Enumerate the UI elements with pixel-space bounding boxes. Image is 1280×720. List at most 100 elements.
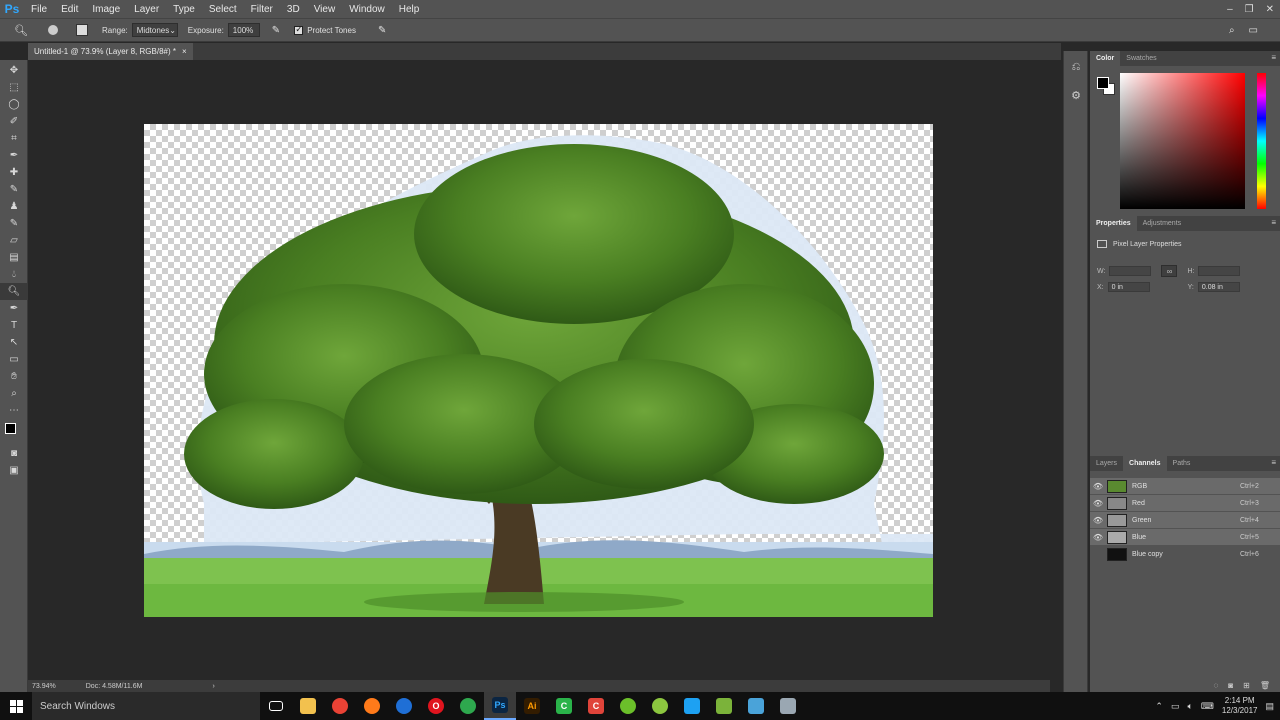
eye-icon[interactable]: 👁︎ [1090,516,1106,525]
color-picker-field[interactable] [1120,73,1245,209]
menu-view[interactable]: View [307,4,343,15]
twitter-icon[interactable] [676,692,708,720]
zoom-tool-icon[interactable]: ⌕ [0,385,28,402]
hand-tool-icon[interactable]: ✋︎ [0,368,28,385]
new-channel-icon[interactable]: ⊞ [1243,681,1250,690]
history-icon[interactable]: ⎌ [1064,55,1088,79]
panel-menu-icon[interactable]: ≡ [1271,458,1276,467]
camtasia-red-icon[interactable]: C [580,692,612,720]
restore-icon[interactable]: ❐ [1245,4,1254,15]
document-canvas[interactable] [144,124,933,617]
crop-tool-icon[interactable]: ⌗ [0,130,28,147]
blur-tool-icon[interactable]: 💧︎ [0,266,28,283]
menu-image[interactable]: Image [85,4,127,15]
panel-menu-icon[interactable]: ≡ [1271,53,1276,62]
illustrator-icon[interactable]: Ai [516,692,548,720]
width-field[interactable] [1109,266,1152,276]
browser-icon[interactable] [388,692,420,720]
zoom-level[interactable]: 73.94% [32,683,56,690]
workspace-icon[interactable]: ▭ [1249,25,1258,36]
color-fg-bg[interactable] [1097,77,1119,99]
menu-help[interactable]: Help [392,4,427,15]
close-icon[interactable]: ✕ [1266,4,1274,15]
status-arrow-icon[interactable]: › [212,683,214,690]
volume-icon[interactable]: 🔈︎ [1187,701,1192,712]
quick-mask-icon[interactable]: ◙ [0,445,28,462]
pressure-icon[interactable]: ✎ [378,25,386,36]
tab-paths[interactable]: Paths [1167,456,1197,471]
menu-layer[interactable]: Layer [127,4,166,15]
dodge-tool-icon[interactable]: 🔍︎ [0,283,28,300]
channel-row-blue[interactable]: 👁︎ Blue Ctrl+5 [1090,529,1280,545]
menu-type[interactable]: Type [166,4,202,15]
foreground-color-swatch[interactable] [1097,77,1109,89]
protect-tones-checkbox[interactable] [294,24,304,35]
more-tools-icon[interactable]: ⋯ [0,402,28,419]
eye-icon[interactable]: 👁︎ [1090,499,1106,508]
brush-settings-icon[interactable]: ⚙ [1064,83,1088,107]
search-icon[interactable]: ⌕ [1229,25,1235,36]
screen-app-icon[interactable] [772,692,804,720]
menu-window[interactable]: Window [342,4,392,15]
menu-filter[interactable]: Filter [244,4,280,15]
history-brush-tool-icon[interactable]: ✎ [0,215,28,232]
keyboard-icon[interactable]: ⌨ [1201,701,1214,712]
tab-adjustments[interactable]: Adjustments [1137,216,1188,231]
marquee-tool-icon[interactable]: ⬚ [0,79,28,96]
tab-channels[interactable]: Channels [1123,456,1167,471]
tab-color[interactable]: Color [1090,51,1121,66]
menu-edit[interactable]: Edit [54,4,85,15]
network-icon[interactable]: ▭ [1171,701,1180,712]
delete-channel-icon[interactable]: 🗑︎ [1260,681,1270,690]
pen-tool-icon[interactable]: ✒ [0,300,28,317]
tab-swatches[interactable]: Swatches [1120,51,1162,66]
color-swatches[interactable] [0,419,28,445]
hue-slider[interactable] [1257,73,1266,209]
stack-app-icon[interactable] [708,692,740,720]
brush-tool-icon[interactable]: ✎ [0,181,28,198]
search-windows-box[interactable]: Search Windows [32,692,260,720]
height-field[interactable] [1198,266,1241,276]
file-explorer-icon[interactable] [292,692,324,720]
minimize-icon[interactable]: – [1227,4,1233,15]
lasso-tool-icon[interactable]: ◯ [0,96,28,113]
save-selection-icon[interactable]: ◙ [1228,681,1233,690]
menu-file[interactable]: File [24,4,54,15]
brush-preset-icon[interactable] [47,25,58,35]
notifications-icon[interactable]: ▤ [1265,701,1274,712]
path-selection-tool-icon[interactable]: ↖ [0,334,28,351]
channel-row-rgb[interactable]: 👁︎ RGB Ctrl+2 [1090,478,1280,494]
tab-layers[interactable]: Layers [1090,456,1123,471]
panel-menu-icon[interactable]: ≡ [1271,218,1276,227]
eyedropper-tool-icon[interactable]: ✒ [0,147,28,164]
type-tool-icon[interactable]: T [0,317,28,334]
rectangle-tool-icon[interactable]: ▭ [0,351,28,368]
move-tool-icon[interactable]: ✥ [0,62,28,79]
link-icon[interactable]: ∞ [1161,265,1178,277]
airbrush-icon[interactable]: ✎ [272,25,280,36]
gradient-tool-icon[interactable]: ▤ [0,249,28,266]
eye-icon[interactable]: 👁︎ [1090,533,1106,542]
utorrent-icon[interactable] [612,692,644,720]
y-field[interactable]: 0.08 in [1197,282,1240,292]
windows-start-icon[interactable] [0,692,32,720]
chevron-up-icon[interactable]: ⌃ [1155,701,1163,712]
dodge-tool-icon[interactable]: 🔍︎ [14,24,28,37]
chrome-icon[interactable] [324,692,356,720]
task-view-icon[interactable] [260,692,292,720]
clock[interactable]: 2:14 PM 12/3/2017 [1222,696,1258,716]
healing-brush-tool-icon[interactable]: ✚ [0,164,28,181]
sync-icon[interactable] [452,692,484,720]
opera-icon[interactable]: O [420,692,452,720]
channel-row-red[interactable]: 👁︎ Red Ctrl+3 [1090,495,1280,511]
load-selection-icon[interactable]: ◌ [1214,681,1219,690]
range-select[interactable]: Midtones ⌄ [131,23,178,37]
menu-3d[interactable]: 3D [280,4,307,15]
x-field[interactable]: 0 in [1107,282,1150,292]
channel-row-blue-copy[interactable]: Blue copy Ctrl+6 [1090,546,1280,562]
tab-properties[interactable]: Properties [1090,216,1137,231]
eye-icon[interactable]: 👁︎ [1090,482,1106,491]
photoshop-taskbar-icon[interactable]: Ps [484,692,516,720]
exposure-field[interactable]: 100% [227,23,260,37]
camtasia-green-icon[interactable]: C [548,692,580,720]
